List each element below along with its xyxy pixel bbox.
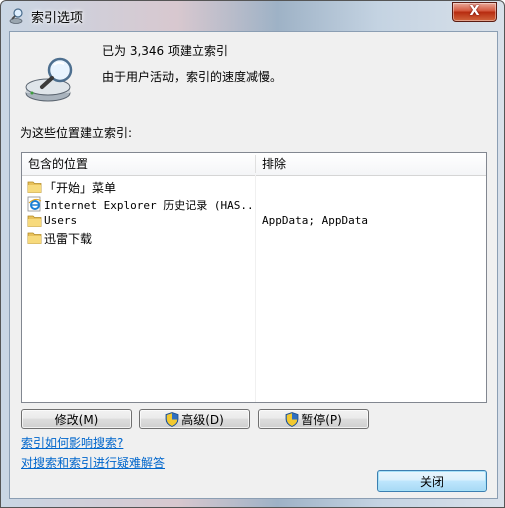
indexed-locations-list[interactable]: 包含的位置 排除 「开始」菜单 Internet Explorer 历史记录 (…	[21, 152, 487, 403]
location-excluded: AppData; AppData	[262, 214, 368, 227]
location-name: Users	[44, 214, 78, 227]
close-button[interactable]: 关闭	[377, 470, 487, 492]
location-name: 「开始」菜单	[44, 181, 117, 195]
close-button-label: 关闭	[419, 475, 444, 489]
location-name: Internet Explorer 历史记录 (HAS...	[44, 199, 252, 212]
pause-button[interactable]: 暂停(P)	[258, 409, 369, 429]
dialog-client-area: 已为 3,346 项建立索引 由于用户活动，索引的速度减慢。 为这些位置建立索引…	[9, 31, 498, 499]
title-bar[interactable]: 索引选项 X	[1, 1, 504, 31]
indexing-status-icon	[25, 57, 73, 102]
indexing-magnifier-icon	[9, 8, 23, 24]
window-title: 索引选项	[31, 11, 84, 26]
indexing-status-message: 由于用户活动，索引的速度减慢。	[102, 70, 283, 84]
modify-button[interactable]: 修改(M)	[21, 409, 132, 429]
table-row[interactable]: Internet Explorer 历史记录 (HAS...	[22, 196, 486, 213]
advanced-button-label: 高级(D)	[181, 413, 224, 427]
folder-icon	[27, 181, 42, 193]
uac-shield-icon	[285, 412, 299, 427]
window-close-button[interactable]: X	[452, 2, 497, 22]
column-header-excluded[interactable]: 排除	[256, 153, 486, 175]
location-name: 迅雷下载	[44, 232, 93, 246]
modify-button-label: 修改(M)	[54, 413, 99, 427]
how-indexing-affects-search-link[interactable]: 索引如何影响搜索?	[21, 434, 123, 451]
advanced-button[interactable]: 高级(D)	[139, 409, 250, 429]
troubleshoot-search-link[interactable]: 对搜索和索引进行疑难解答	[21, 454, 165, 471]
uac-shield-icon	[165, 412, 179, 427]
table-row[interactable]: Users AppData; AppData	[22, 213, 486, 230]
locations-label: 为这些位置建立索引:	[20, 126, 133, 140]
close-icon: X	[469, 4, 480, 19]
indexed-count-text: 已为 3,346 项建立索引	[102, 44, 228, 58]
indexing-options-window: 索引选项 X 已为 3,346 项建立索引 由于用户活动，索引的速度减慢。 为这…	[0, 0, 505, 508]
table-row[interactable]: 迅雷下载	[22, 230, 486, 247]
folder-icon	[27, 215, 42, 227]
list-header: 包含的位置 排除	[22, 153, 486, 176]
internet-explorer-icon	[27, 196, 42, 212]
table-row[interactable]: 「开始」菜单	[22, 179, 486, 196]
folder-icon	[27, 232, 42, 244]
pause-button-label: 暂停(P)	[301, 413, 342, 427]
column-header-included[interactable]: 包含的位置	[22, 153, 255, 175]
